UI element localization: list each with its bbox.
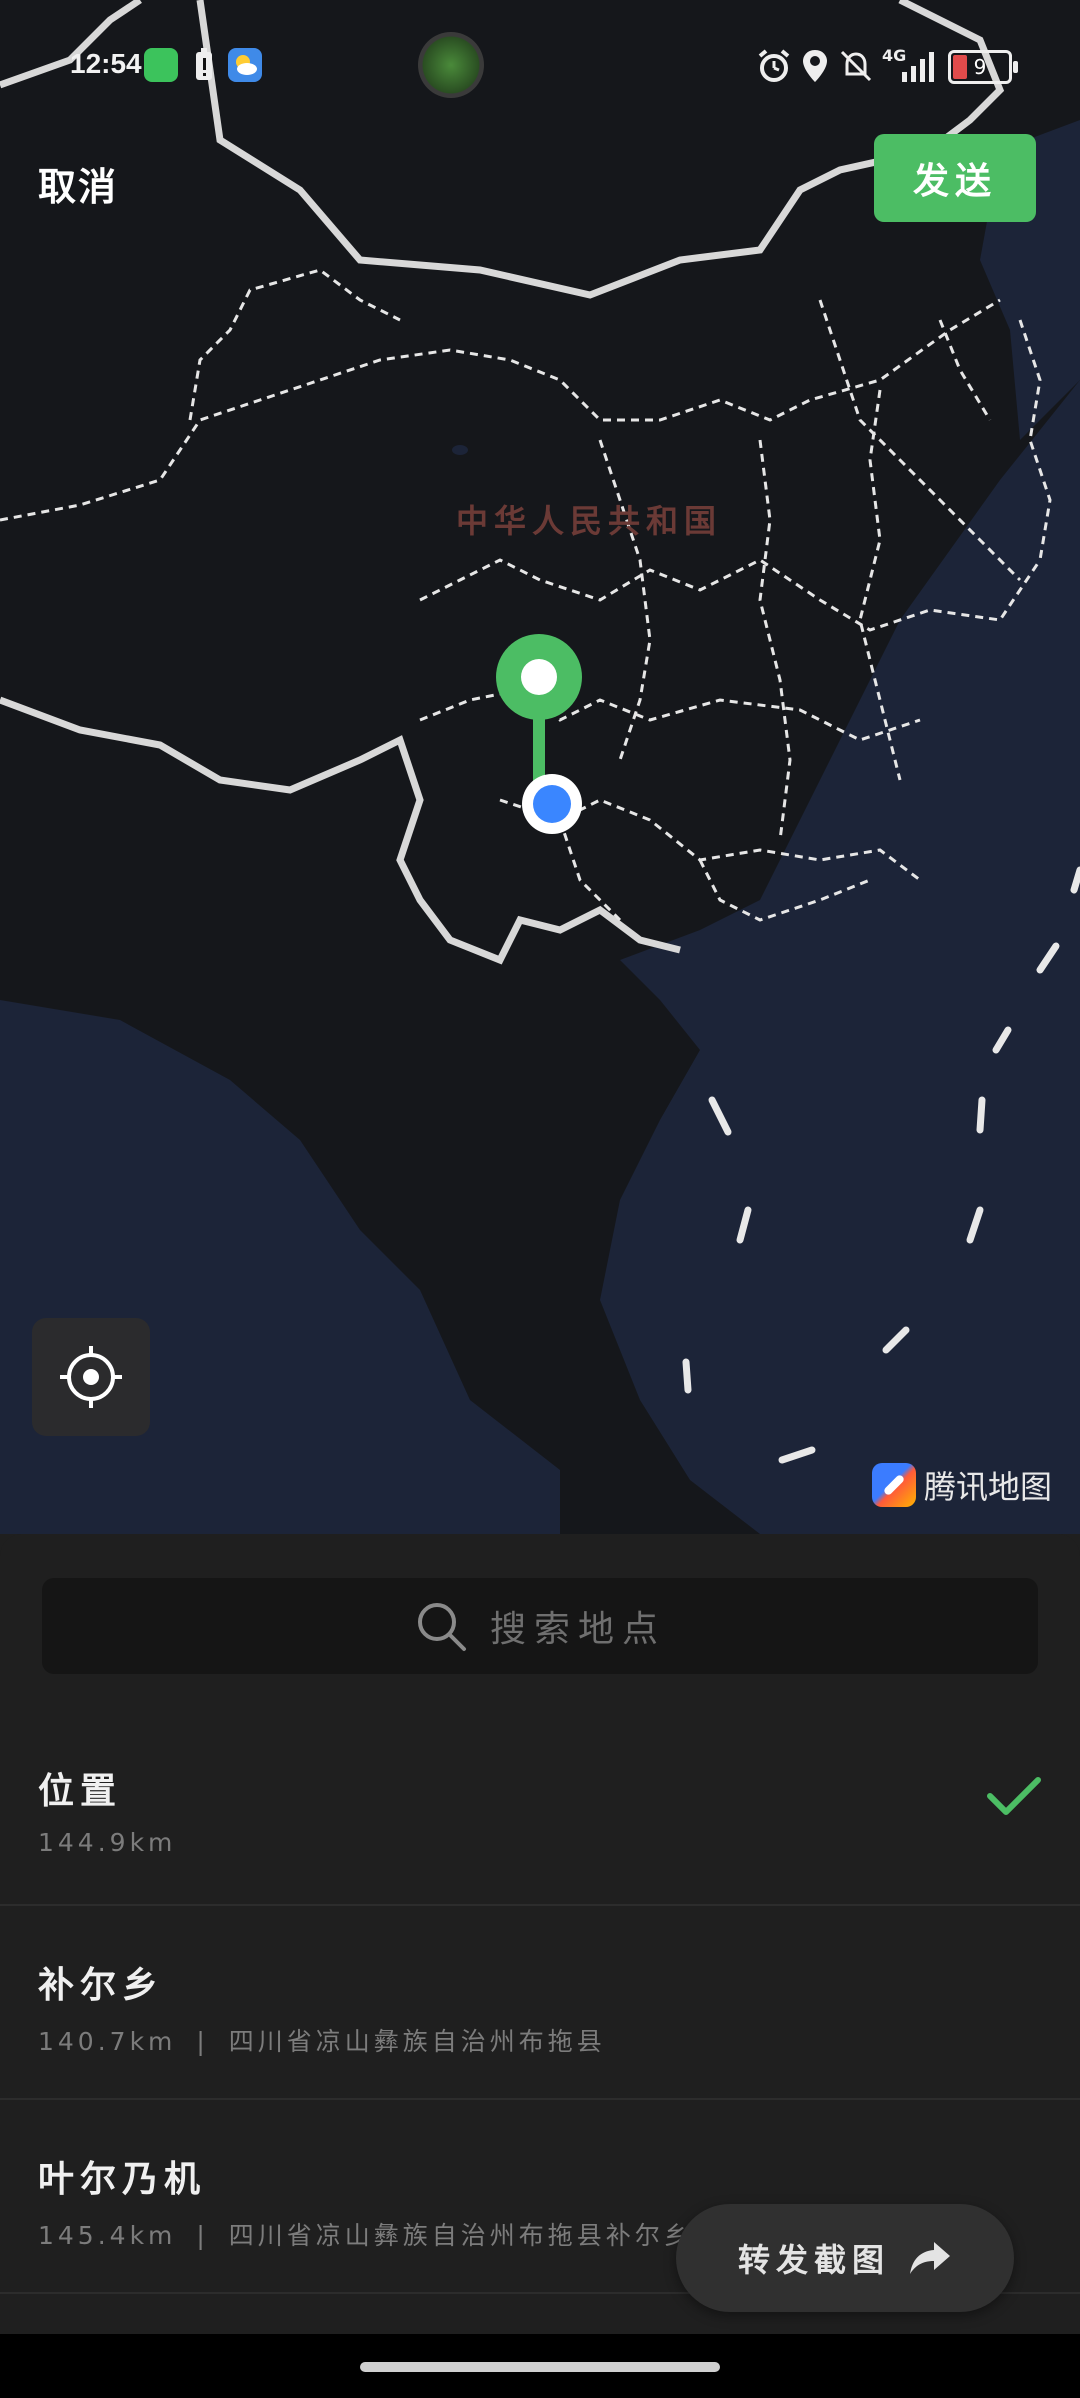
camera-cutout	[418, 32, 484, 98]
location-title: 位置	[38, 1771, 123, 1812]
search-icon	[417, 1603, 466, 1651]
cancel-button[interactable]: 取消	[38, 156, 118, 211]
location-title: 补尔乡	[38, 1965, 165, 2006]
crosshair-icon	[60, 1346, 122, 1408]
location-item[interactable]: 补尔乡 140.7km | 四川省凉山彝族自治州布拖县	[0, 1906, 1080, 2100]
map-attribution: 腾讯地图	[871, 1462, 1052, 1508]
search-placeholder: 搜索地点	[489, 1609, 666, 1650]
map-view[interactable]: 中华人民共和国 腾讯地图	[0, 0, 1080, 1534]
location-title: 叶尔乃机	[38, 2159, 207, 2200]
separator: |	[196, 2027, 209, 2056]
location-detail: 140.7km | 四川省凉山彝族自治州布拖县	[38, 2022, 606, 2058]
mute-icon	[840, 50, 872, 82]
attribution-text: 腾讯地图	[923, 1468, 1052, 1506]
location-pin[interactable]	[0, 0, 1080, 1534]
alarm-icon	[758, 49, 790, 82]
battery-indicator: 9	[948, 50, 1018, 84]
locate-me-button[interactable]	[32, 1318, 150, 1436]
location-detail: 145.4km | 四川省凉山彝族自治州布拖县补尔乡	[38, 2216, 693, 2252]
location-item[interactable]: 位置 144.9km	[0, 1712, 1080, 1906]
battery-level: 9	[973, 55, 987, 79]
location-distance: 144.9km	[38, 1828, 177, 1857]
check-icon	[987, 1777, 1041, 1815]
home-indicator[interactable]	[360, 2362, 720, 2372]
location-address: 四川省凉山彝族自治州布拖县	[228, 2027, 606, 2056]
send-button[interactable]: 发送	[874, 134, 1036, 222]
weather-icon	[228, 48, 262, 82]
location-distance: 140.7km	[38, 2027, 177, 2056]
signal-icon	[902, 52, 934, 82]
wechat-icon	[144, 48, 178, 82]
search-input[interactable]: 搜索地点	[42, 1578, 1038, 1674]
status-time: 12:54	[70, 48, 142, 79]
battery-alert-icon	[196, 48, 212, 80]
share-arrow-icon	[910, 2242, 950, 2274]
location-icon	[803, 50, 827, 82]
tencent-map-logo-icon	[871, 1463, 916, 1507]
forward-screenshot-button[interactable]: 转发截图	[676, 2204, 1014, 2312]
location-distance: 145.4km	[38, 2221, 177, 2250]
separator: |	[196, 2221, 209, 2250]
location-address: 四川省凉山彝族自治州布拖县补尔乡	[228, 2221, 693, 2250]
status-bar: 12:54 4G 9	[0, 0, 1080, 130]
forward-label: 转发截图	[737, 2241, 890, 2279]
